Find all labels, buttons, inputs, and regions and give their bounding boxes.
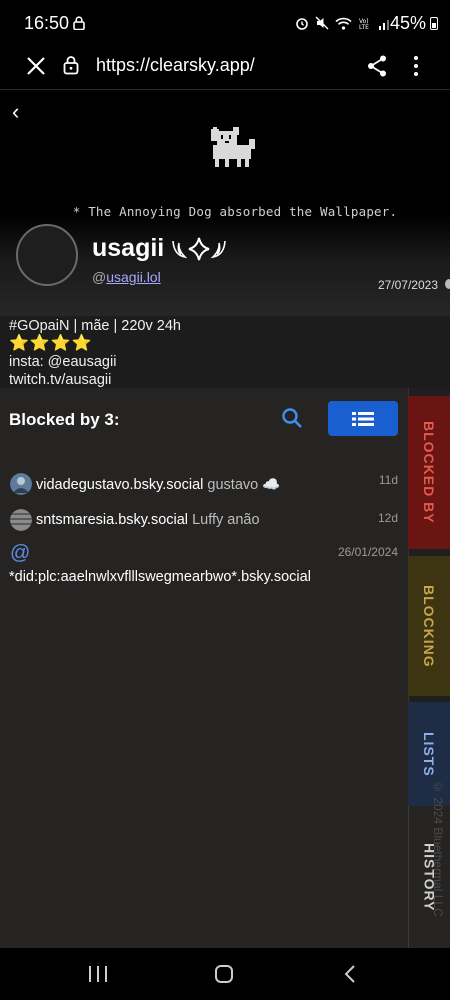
- wallpaper-caption: * The Annoying Dog absorbed the Wallpape…: [72, 204, 398, 219]
- secure-lock-icon[interactable]: [63, 55, 79, 75]
- tab-blocked-by[interactable]: BLOCKED BY: [408, 396, 450, 549]
- row-did[interactable]: *did:plc:aaelnwlxvflllswegmearbwo*.bsky.…: [9, 569, 311, 585]
- battery-percent: 45%: [389, 13, 426, 33]
- scroll-edge-dot: [445, 279, 450, 289]
- row-text: vidadegustavo.bsky.social gustavo ☁️: [36, 476, 280, 493]
- row-time: 11d: [378, 473, 398, 487]
- row-handle[interactable]: sntsmaresia.bsky.social: [36, 512, 188, 528]
- mute-icon: [315, 16, 329, 30]
- lock-icon: [73, 16, 85, 30]
- status-bar: 16:50 Vo) LTE 45%: [0, 0, 450, 46]
- user-avatar: [10, 509, 32, 531]
- list-item[interactable]: vidadegustavo.bsky.social gustavo ☁️ 11d: [0, 473, 408, 499]
- copyright-text: © 2024 Bluethermal LLC: [431, 780, 445, 917]
- bio: #GOpaiN | mãe | 220v 24h ⭐⭐⭐⭐ insta: @ea…: [0, 316, 450, 388]
- display-name-text: usagii: [92, 234, 165, 262]
- avatar[interactable]: [16, 224, 78, 286]
- row-time: 12d: [377, 511, 398, 525]
- annoying-dog-sprite: [211, 127, 255, 167]
- list-icon: [352, 411, 374, 426]
- status-icons: Vo) LTE: [295, 16, 392, 30]
- search-icon[interactable]: [281, 407, 303, 429]
- handle-prefix: @: [92, 269, 107, 285]
- back-button[interactable]: ‹: [12, 99, 19, 125]
- status-time: 16:50: [24, 13, 70, 33]
- list-item[interactable]: @ 26/01/2024 *did:plc:aaelnwlxvflllswegm…: [0, 542, 408, 589]
- list-view-button[interactable]: [328, 401, 398, 436]
- close-tab-icon[interactable]: [24, 54, 48, 78]
- browser-toolbar: https://clearsky.app/: [0, 46, 450, 90]
- row-display-name: Luffy anão: [192, 512, 260, 528]
- handle-link[interactable]: usagii.lol: [106, 269, 160, 285]
- url-bar[interactable]: https://clearsky.app/: [96, 55, 255, 76]
- bio-line: #GOpaiN | mãe | 220v 24h: [9, 318, 181, 334]
- join-date: 27/07/2023: [377, 278, 438, 292]
- blocked-by-panel: Blocked by 3: vidadegustavo.bsky.social …: [0, 388, 408, 948]
- panel-title: Blocked by 3:: [9, 410, 120, 429]
- row-text: sntsmaresia.bsky.social Luffy anão: [36, 512, 260, 528]
- display-name: usagii: [92, 234, 228, 263]
- row-handle[interactable]: vidadegustavo.bsky.social: [36, 477, 203, 493]
- alarm-icon: [296, 18, 308, 30]
- svg-text:LTE: LTE: [359, 24, 369, 30]
- home-icon[interactable]: [215, 965, 233, 983]
- system-nav-bar: [0, 948, 450, 1000]
- tab-blocking-label: BLOCKING: [421, 584, 437, 668]
- back-nav-icon[interactable]: [343, 964, 357, 984]
- volte-icon: Vo)LTE: [359, 18, 369, 30]
- tab-blocking[interactable]: BLOCKING: [408, 556, 450, 696]
- handle: @usagii.lol: [92, 269, 161, 285]
- at-icon: @: [10, 542, 31, 564]
- profile-header: ‹ * The Annoying Dog absorbed the Wallpa…: [0, 91, 450, 316]
- recent-apps-icon[interactable]: [89, 966, 107, 982]
- bio-line: insta: @eausagii: [9, 354, 117, 370]
- bio-stars: ⭐⭐⭐⭐: [9, 335, 93, 352]
- battery-icon: [430, 17, 438, 30]
- row-time: 26/01/2024: [337, 545, 398, 559]
- list-item[interactable]: sntsmaresia.bsky.social Luffy anão 12d: [0, 508, 408, 534]
- more-options-icon[interactable]: [410, 54, 422, 78]
- winged-sparkle-icon: [172, 237, 227, 260]
- share-icon[interactable]: [366, 54, 388, 78]
- user-avatar: [10, 473, 32, 495]
- wifi-icon: [335, 17, 352, 30]
- row-display-name: gustavo ☁️: [207, 477, 281, 493]
- tab-lists-label: LISTS: [421, 731, 437, 777]
- bio-line: twitch.tv/ausagii: [9, 372, 112, 388]
- tab-blocked-by-label: BLOCKED BY: [421, 421, 437, 524]
